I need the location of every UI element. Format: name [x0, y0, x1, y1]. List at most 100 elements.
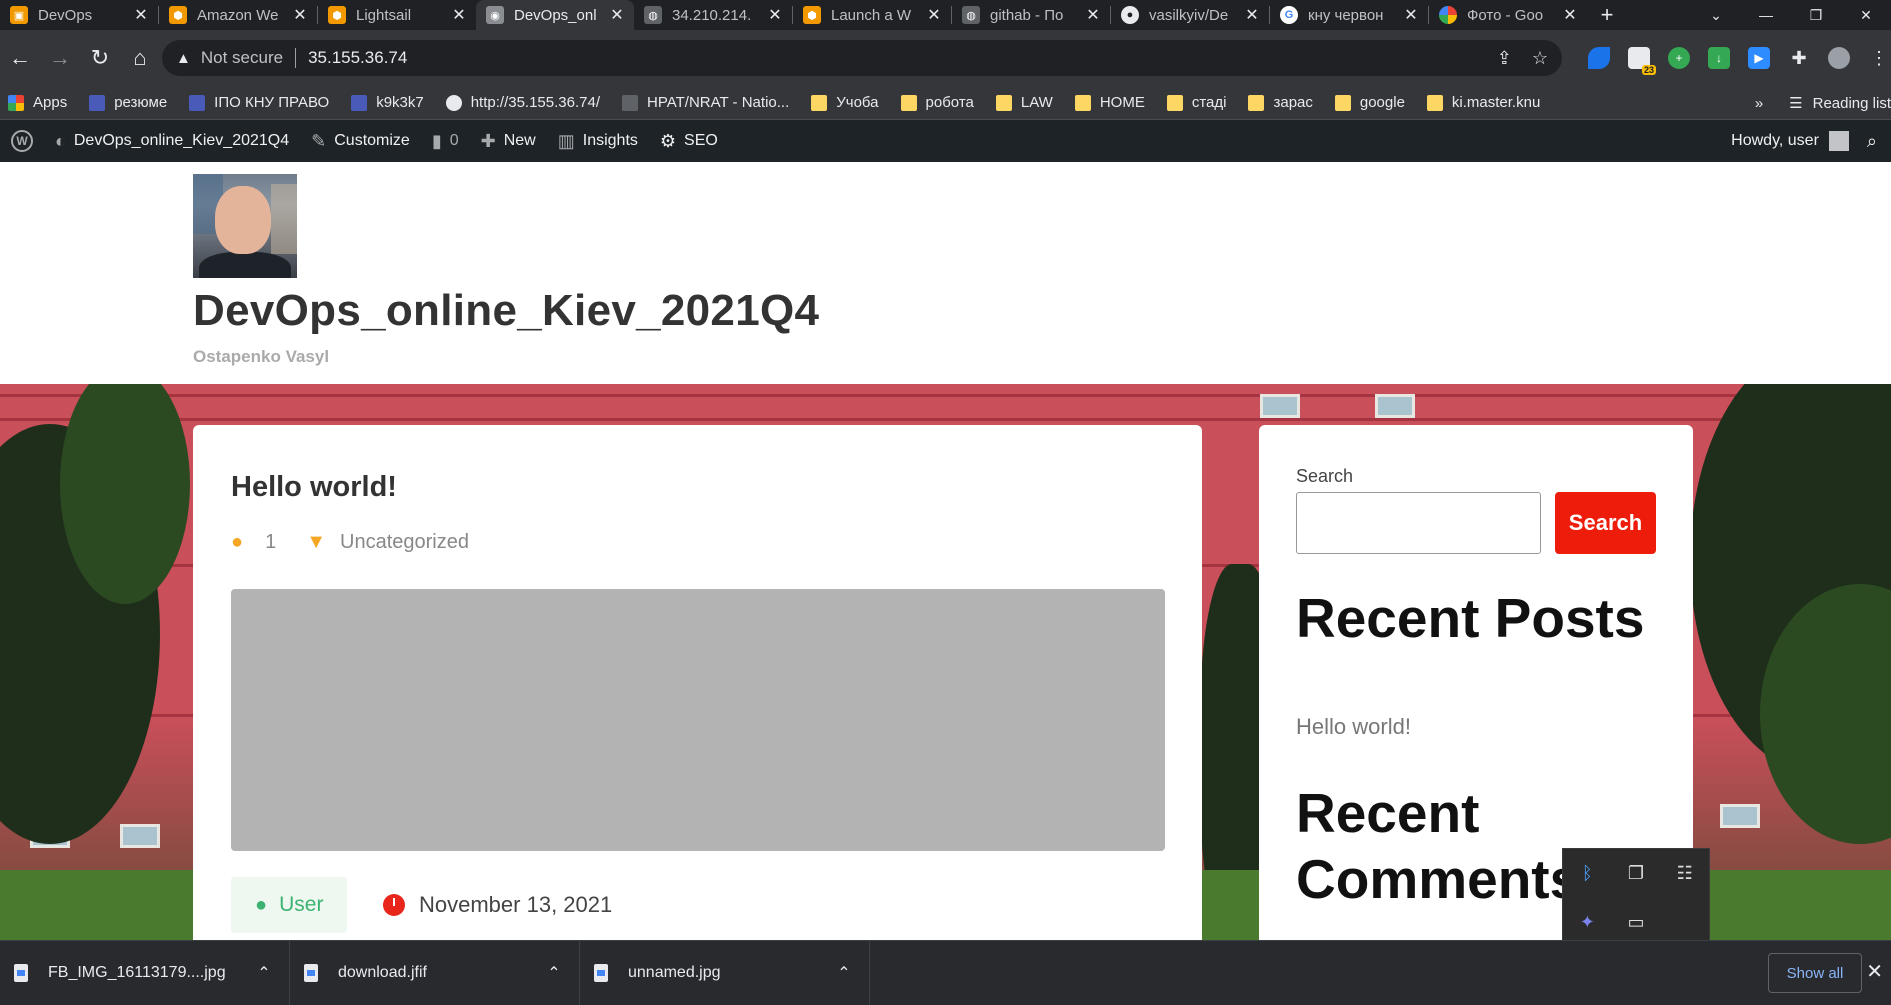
close-icon[interactable]: ✕	[1402, 5, 1420, 25]
security-label[interactable]: Not secure	[201, 48, 283, 68]
bookmark-item[interactable]: HPAT/NRAT - Natio...	[622, 94, 789, 111]
photo-shirt	[199, 252, 291, 278]
tab-search-icon[interactable]: ⌄	[1691, 7, 1741, 24]
wordpress-icon	[445, 94, 462, 111]
window-close-icon[interactable]: ✕	[1841, 7, 1891, 24]
wp-seo[interactable]: ⚙ SEO	[649, 120, 729, 162]
copy-icon[interactable]: ❐	[1612, 849, 1661, 898]
close-icon[interactable]: ✕	[1243, 5, 1261, 25]
puzzle-icon[interactable]: ✚	[1788, 47, 1810, 69]
close-icon[interactable]: ✕	[291, 5, 309, 25]
zoom-extension-icon[interactable]: ▶	[1748, 47, 1770, 69]
feather-extension-icon[interactable]	[1588, 47, 1610, 69]
download-item[interactable]: unnamed.jpg ⌃	[580, 940, 870, 1005]
download-extension-icon[interactable]: ↓	[1708, 47, 1730, 69]
wp-customize[interactable]: ✎ Customize	[300, 120, 421, 162]
tab-google-photos[interactable]: Фото - Goo ✕	[1429, 0, 1587, 30]
bookmark-folder[interactable]: ki.master.knu	[1426, 94, 1540, 111]
bluetooth-icon[interactable]: ᛒ	[1563, 849, 1612, 898]
search-icon[interactable]: ⌕	[1867, 131, 1877, 152]
bookmark-item[interactable]: резюме	[89, 94, 167, 111]
bookmark-item[interactable]: http://35.155.36.74/	[445, 94, 600, 111]
share-icon[interactable]: ⇪	[1497, 48, 1512, 69]
avatar[interactable]	[1828, 131, 1849, 151]
search-button[interactable]: Search	[1555, 492, 1656, 554]
bookmark-apps[interactable]: Apps	[8, 94, 67, 111]
download-item[interactable]: FB_IMG_16113179....jpg ⌃	[0, 940, 290, 1005]
reading-list-icon[interactable]: ☰	[1789, 94, 1802, 112]
bookmark-folder[interactable]: HOME	[1074, 94, 1145, 111]
close-icon[interactable]: ✕	[1866, 959, 1883, 984]
wp-new-label: New	[503, 132, 536, 149]
bookmark-folder[interactable]: стаді	[1166, 94, 1226, 111]
post-thumbnail[interactable]	[231, 589, 1165, 851]
chevron-up-icon[interactable]: ⌃	[239, 963, 289, 983]
reload-icon[interactable]: ↻	[80, 45, 120, 71]
post-author[interactable]: ● User	[231, 877, 348, 933]
warning-icon[interactable]: ▲	[176, 50, 191, 67]
kebab-menu-icon[interactable]: ⋮	[1868, 47, 1890, 69]
tab-google-search[interactable]: G кну червон ✕	[1270, 0, 1428, 30]
site-title[interactable]: DevOps_online_Kiev_2021Q4	[193, 286, 819, 336]
wp-logo-menu[interactable]: W	[0, 120, 44, 162]
bookmark-item[interactable]: k9k3k7	[351, 94, 424, 111]
download-item[interactable]: download.jfif ⌃	[290, 940, 580, 1005]
close-icon[interactable]: ✕	[1561, 5, 1579, 25]
tab-github-repo[interactable]: ● vasilkyiv/De ✕	[1111, 0, 1269, 30]
wp-insights[interactable]: ▥ Insights	[547, 120, 649, 162]
tab-title: Launch a W	[831, 6, 912, 24]
site-logo-photo[interactable]	[193, 174, 297, 278]
google-photos-icon	[1439, 6, 1457, 24]
close-icon[interactable]: ✕	[1084, 5, 1102, 25]
address-bar[interactable]: ▲ Not secure 35.155.36.74 ⇪ ☆	[162, 40, 1562, 76]
new-tab-button[interactable]: +	[1587, 2, 1627, 28]
bookmark-star-icon[interactable]: ☆	[1532, 48, 1548, 69]
tab-githab[interactable]: ◍ githab - По ✕	[952, 0, 1110, 30]
tab-amazon[interactable]: ⬢ Amazon We ✕	[159, 0, 317, 30]
minimize-icon[interactable]: —	[1741, 7, 1791, 23]
tab-launch[interactable]: ⬢ Launch a W ✕	[793, 0, 951, 30]
restore-icon[interactable]: ❐	[1791, 7, 1841, 24]
bookmark-folder[interactable]: робота	[900, 94, 974, 111]
close-icon[interactable]: ✕	[766, 5, 784, 25]
bookmark-folder[interactable]: зарас	[1248, 94, 1313, 111]
wp-comments[interactable]: ▮ 0	[421, 120, 470, 162]
bookmark-folder[interactable]: Учоба	[811, 94, 879, 111]
home-icon[interactable]: ⌂	[120, 45, 160, 71]
close-icon[interactable]: ✕	[925, 5, 943, 25]
chevron-up-icon[interactable]: ⌃	[529, 963, 579, 983]
post-category[interactable]: Uncategorized	[340, 531, 469, 554]
close-icon[interactable]: ✕	[132, 5, 150, 25]
tab-devops-online[interactable]: ◉ DevOps_onl ✕	[476, 0, 634, 30]
post-title[interactable]: Hello world!	[231, 471, 397, 504]
post-comment-count[interactable]: 1	[265, 531, 276, 554]
bookmark-folder[interactable]: google	[1334, 94, 1405, 111]
comment-icon: ▮	[431, 130, 442, 151]
search-input[interactable]	[1296, 492, 1541, 554]
recent-post-link[interactable]: Hello world!	[1296, 714, 1411, 740]
show-all-button[interactable]: Show all	[1768, 953, 1862, 993]
wp-new[interactable]: ✚ New	[470, 120, 547, 162]
wp-account: Howdy, user ⌕	[1731, 120, 1891, 162]
wp-howdy[interactable]: Howdy, user	[1731, 132, 1819, 150]
bookmark-label: HOME	[1099, 94, 1145, 111]
chevron-up-icon[interactable]: ⌃	[819, 963, 869, 983]
back-icon[interactable]: ←	[0, 45, 40, 71]
close-icon[interactable]: ✕	[608, 5, 626, 25]
profile-avatar-icon[interactable]	[1828, 47, 1850, 69]
tab-ip-address[interactable]: ◍ 34.210.214. ✕	[634, 0, 792, 30]
settings-panel-icon[interactable]: ☷	[1660, 849, 1709, 898]
tab-lightsail[interactable]: ⬢ Lightsail ✕	[318, 0, 476, 30]
forward-icon[interactable]: →	[40, 45, 80, 71]
bookmark-icon: ▼	[306, 531, 327, 553]
bookmark-folder[interactable]: LAW	[995, 94, 1053, 111]
wp-site-name[interactable]: ◐ DevOps_online_Kiev_2021Q4	[44, 120, 300, 162]
url-text[interactable]: 35.155.36.74	[308, 48, 407, 68]
bookmark-item[interactable]: ІПО КНУ ПРАВО	[189, 94, 329, 111]
bookmarks-overflow-button[interactable]: »	[1755, 95, 1763, 112]
tab-devops[interactable]: ▣ DevOps ✕	[0, 0, 158, 30]
close-icon[interactable]: ✕	[450, 5, 468, 25]
calendar-extension-icon[interactable]: 23	[1628, 47, 1656, 75]
reading-list-button[interactable]: Reading list	[1813, 95, 1891, 112]
add-extension-icon[interactable]: +	[1668, 47, 1690, 69]
